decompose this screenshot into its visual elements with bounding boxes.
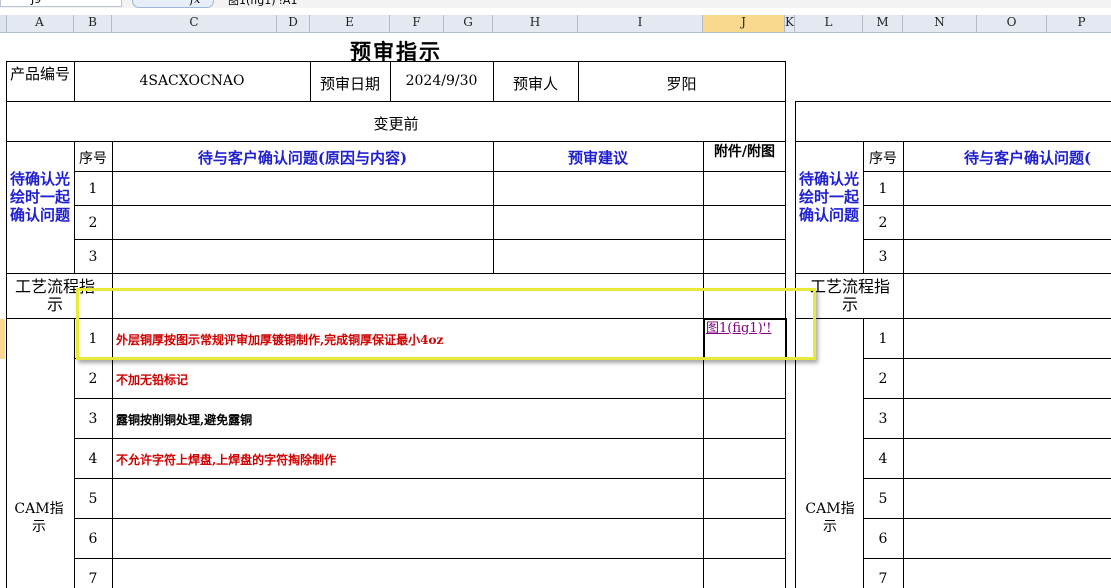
product-number-value[interactable]: 4SACXOCNAO [74,73,310,89]
name-box[interactable]: J9 [0,0,122,7]
product-number-label: 产品编号 [10,65,71,83]
page-title: 预审指示 [350,39,442,64]
cam-row-seq: 2 [88,371,98,387]
cam-row-seq-right: 6 [878,531,888,547]
column-header-a[interactable]: A [6,15,74,32]
formula-bar-buttons[interactable] [132,0,214,8]
cam-row-seq-right: 1 [878,331,888,347]
confirm-row-seq: 3 [88,249,98,265]
column-header-p[interactable]: P [1047,15,1111,32]
column-header-e[interactable]: E [310,15,390,32]
suggestion-column-header: 预审建议 [567,149,628,167]
row-header-selected[interactable] [0,319,5,359]
seq-header-right: 序号 [869,151,897,167]
section-before-change: 变更前 [373,115,419,133]
confirm-issues-label: 待确认光绘时一起确认问题 [10,170,71,224]
column-header-i[interactable]: I [578,15,703,32]
cam-row-instruction[interactable]: 露铜按削铜处理,避免露铜 [116,411,252,428]
cam-instruction-label-right: CAM指示 [805,501,855,535]
column-header-h[interactable]: H [493,15,578,32]
column-header-d[interactable]: D [277,15,310,32]
cam-row-seq: 6 [88,531,98,547]
seq-header: 序号 [79,151,107,167]
column-header-m[interactable]: M [863,15,903,32]
confirm-row-seq: 2 [88,215,98,231]
review-date-label: 预审日期 [319,75,380,93]
fx-icon[interactable]: fx [190,0,200,6]
cam-row-seq-right: 2 [878,371,888,387]
column-header-o[interactable]: O [977,15,1047,32]
confirm-row-seq: 1 [88,181,98,197]
confirm-row-seq-right: 3 [878,249,888,265]
cam-row-instruction[interactable]: 不加无铅标记 [116,371,188,388]
column-header-k[interactable]: K [785,15,795,32]
reviewer-label: 预审人 [512,75,558,93]
cam-row-seq-right: 5 [878,491,888,507]
cam-row-seq: 7 [88,571,98,587]
column-header-c[interactable]: C [112,15,277,32]
column-header-l[interactable]: L [795,15,863,32]
cam-row-seq: 4 [88,451,98,467]
column-header-j[interactable]: J [703,15,785,32]
cam-row-seq: 3 [88,411,98,427]
column-header-n[interactable]: N [903,15,977,32]
cam-row-seq-right: 7 [878,571,888,587]
cam-row-instruction[interactable]: 不允许字符上焊盘,上焊盘的字符掏除制作 [116,451,336,468]
column-header-b[interactable]: B [74,15,112,32]
column-header-f[interactable]: F [390,15,444,32]
process-flow-label-right: 工艺流程指示 [809,277,890,314]
cam-instruction-label: CAM指示 [14,501,64,535]
reviewer-value[interactable]: 罗阳 [578,73,785,94]
cam-row-seq-right: 3 [878,411,888,427]
attachment-column-header: 附件/附图 [713,144,776,160]
confirm-row-seq-right: 2 [878,215,888,231]
cam-row-seq-right: 4 [878,451,888,467]
column-header-row: A B C D E F G H I J K L M N O P [0,15,1111,33]
highlight-box [76,288,816,360]
formula-input[interactable]: 图1(fig1)'!A1 [228,0,297,8]
review-date-value[interactable]: 2024/9/30 [390,73,493,89]
issue-column-header-right: 待与客户确认问题( [964,149,1092,167]
formula-bar: J9 fx 图1(fig1)'!A1 [0,0,1111,8]
cam-row-seq: 5 [88,491,98,507]
issue-column-header: 待与客户确认问题(原因与内容) [197,149,408,167]
column-header-g[interactable]: G [444,15,493,32]
confirm-row-seq-right: 1 [878,181,888,197]
confirm-issues-label-right: 待确认光绘时一起确认问题 [799,170,860,224]
